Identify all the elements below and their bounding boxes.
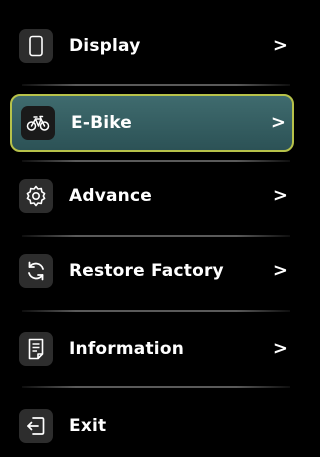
menu-item-exit[interactable]: Exit (10, 397, 294, 455)
chevron-right-icon: > (272, 338, 288, 360)
menu-item-advance-label: Advance (69, 186, 152, 206)
separator (22, 84, 290, 86)
bicycle-icon (21, 106, 55, 140)
separator (22, 310, 290, 312)
restore-icon (19, 254, 53, 288)
gear-icon (19, 179, 53, 213)
chevron-right-icon: > (272, 185, 288, 207)
menu-item-information-label: Information (69, 339, 185, 359)
menu-item-display-label: Display (69, 36, 141, 56)
display-icon (19, 29, 53, 63)
menu-item-e-bike[interactable]: E-Bike > (10, 94, 294, 152)
separator (22, 160, 290, 162)
settings-menu-screen: Display > E-Bike > Advance > Restore Fac… (0, 0, 296, 457)
chevron-right-icon: > (272, 260, 288, 282)
menu-item-display[interactable]: Display > (10, 17, 294, 75)
menu-item-restore-factory[interactable]: Restore Factory > (10, 242, 294, 300)
menu-item-restore-factory-label: Restore Factory (69, 261, 224, 281)
menu-item-e-bike-label: E-Bike (71, 113, 133, 133)
chevron-right-icon: > (272, 35, 288, 57)
document-icon (19, 332, 53, 366)
exit-icon (19, 409, 53, 443)
chevron-right-icon: > (270, 112, 286, 134)
separator (22, 235, 290, 237)
menu-item-information[interactable]: Information > (10, 320, 294, 378)
separator (22, 386, 290, 388)
menu-item-advance[interactable]: Advance > (10, 167, 294, 225)
menu-item-exit-label: Exit (69, 416, 107, 436)
